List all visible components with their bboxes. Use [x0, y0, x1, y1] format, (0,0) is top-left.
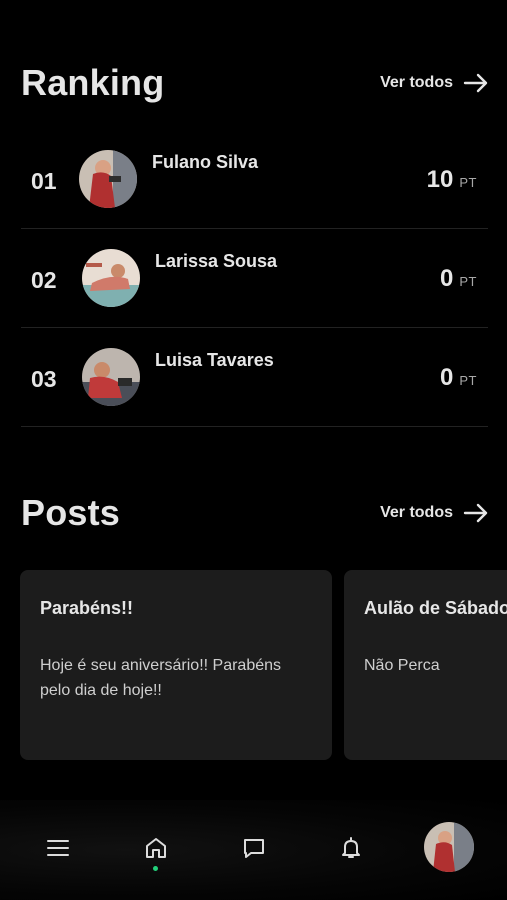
post-card[interactable]: Aulão de Sábado Não Perca [344, 570, 507, 760]
bell-icon [342, 837, 360, 858]
post-title: Parabéns!! [40, 598, 134, 618]
see-all-label: Ver todos [380, 504, 453, 521]
avatar [82, 348, 140, 406]
avatar [82, 249, 140, 307]
posts-header: Posts Ver todos [21, 492, 489, 534]
points-unit: PT [459, 175, 477, 190]
nav-home-button[interactable] [138, 830, 174, 866]
home-icon [146, 838, 166, 858]
points: 0 PT [440, 364, 477, 392]
post-title: Aulão de Sábado [364, 598, 507, 618]
ranking-row[interactable]: 03 Luisa Tavares 0 PT [21, 328, 488, 427]
points-value: 0 [440, 364, 454, 391]
see-all-label: Ver todos [380, 74, 453, 91]
ranking-row[interactable]: 01 Fulano Silva 10 PT [21, 130, 488, 229]
points-value: 0 [440, 265, 454, 292]
nav-chat-button[interactable] [236, 830, 272, 866]
profile-avatar[interactable] [424, 822, 474, 872]
chat-icon [244, 839, 264, 858]
post-body: Hoje é seu aniversário!! Parabéns pelo d… [40, 657, 282, 699]
ranking-row[interactable]: 02 Larissa Sousa 0 PT [21, 229, 488, 328]
ranking-title: Ranking [21, 62, 165, 103]
avatar [79, 150, 137, 208]
ranking-list: 01 Fulano Silva 10 PT 02 Larissa Sousa 0… [21, 130, 488, 427]
ranking-see-all-link[interactable]: Ver todos [380, 73, 489, 93]
ranking-name: Fulano Silva [152, 152, 259, 172]
nav-menu-button[interactable] [40, 830, 76, 866]
post-card[interactable]: Parabéns!! Hoje é seu aniversário!! Para… [20, 570, 332, 760]
ranking-header: Ranking Ver todos [21, 62, 489, 104]
points-unit: PT [459, 274, 477, 289]
menu-icon [47, 840, 69, 856]
ranking-name: Luisa Tavares [155, 350, 274, 370]
arrow-right-icon [463, 73, 488, 93]
points: 10 PT [427, 166, 477, 194]
points-unit: PT [459, 373, 477, 388]
arrow-right-icon [463, 503, 488, 523]
rank-position: 03 [31, 366, 57, 392]
points-value: 10 [426, 166, 454, 193]
nav-notifications-button[interactable] [333, 830, 369, 866]
post-body: Não Perca [364, 657, 440, 674]
rank-position: 01 [31, 168, 57, 194]
active-indicator [153, 866, 158, 871]
posts-see-all-link[interactable]: Ver todos [380, 503, 489, 523]
posts-carousel[interactable]: Parabéns!! Hoje é seu aniversário!! Para… [20, 570, 507, 762]
ranking-name: Larissa Sousa [155, 251, 278, 271]
points: 0 PT [440, 265, 477, 293]
rank-position: 02 [31, 267, 57, 293]
posts-title: Posts [21, 492, 121, 533]
